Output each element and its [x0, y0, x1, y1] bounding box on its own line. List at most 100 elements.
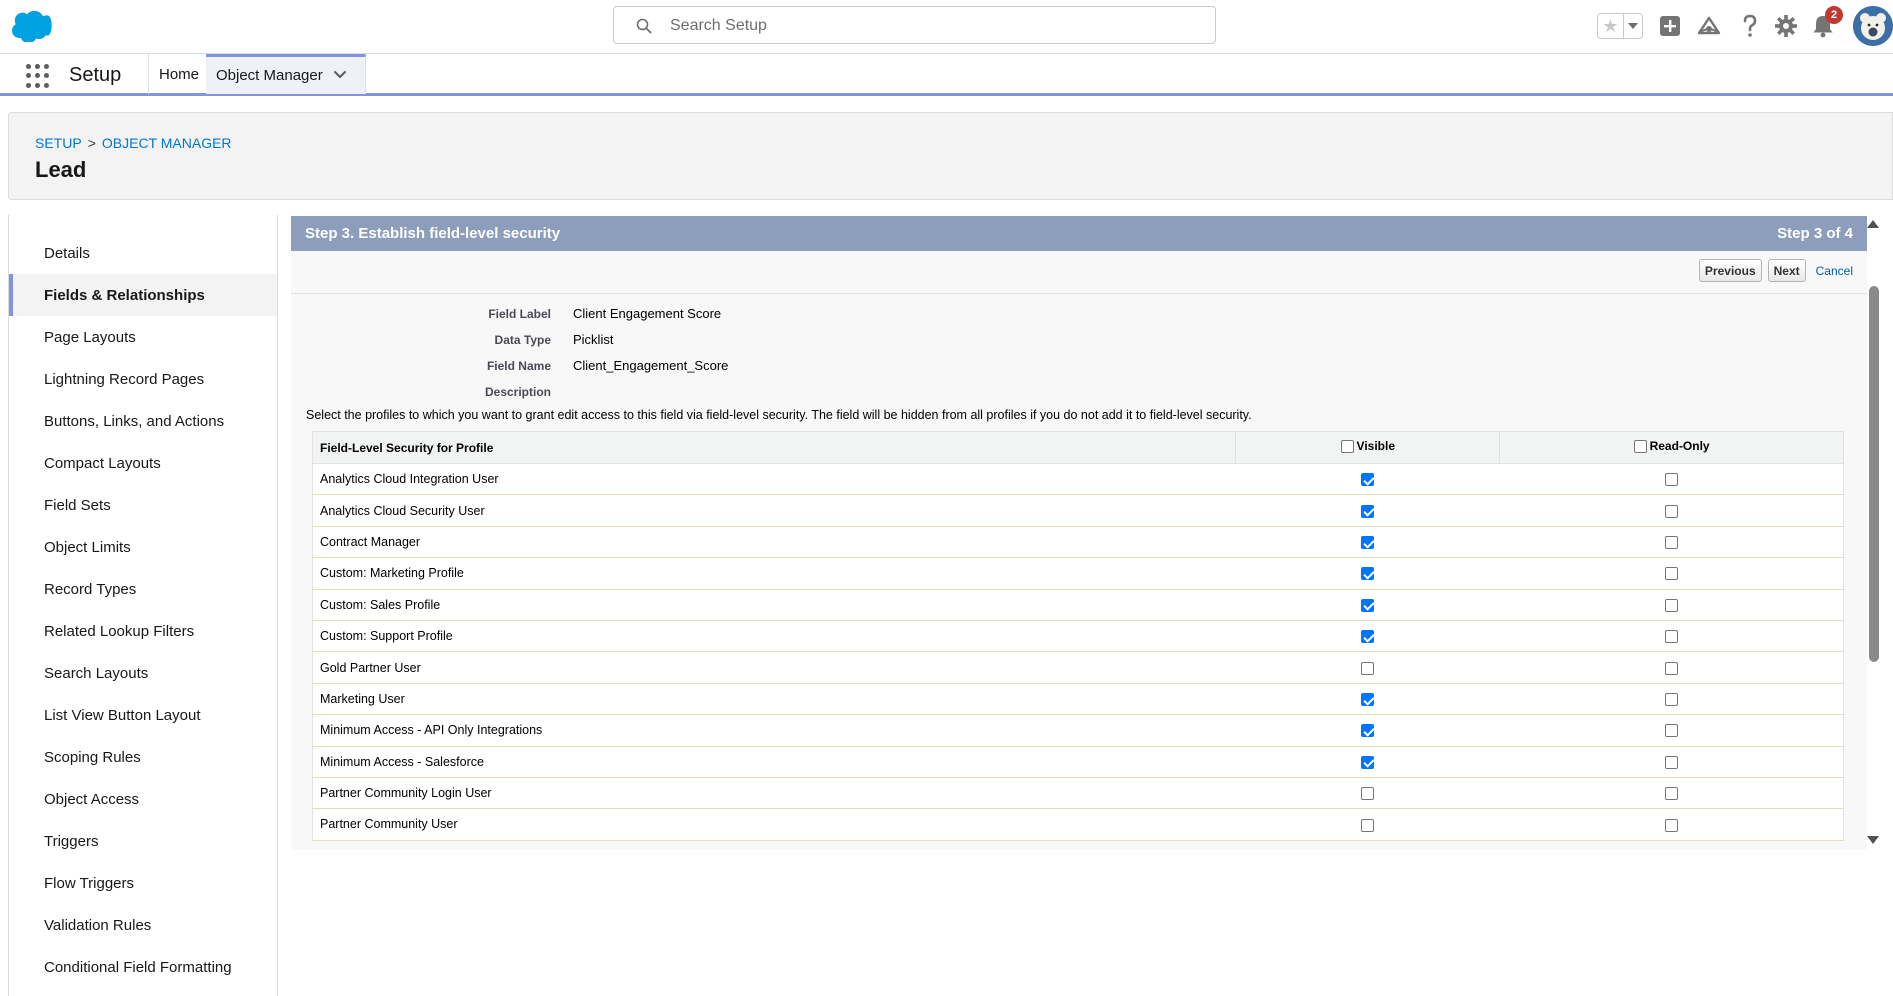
table-row: Custom: Sales Profile — [311, 589, 1844, 621]
read-only-checkbox[interactable] — [1664, 755, 1678, 769]
bell-icon[interactable]: 2 — [1809, 6, 1843, 40]
select-all-visible-checkbox[interactable] — [1340, 439, 1354, 453]
sidebar-item-field-sets[interactable]: Field Sets — [9, 484, 277, 526]
table-row: Minimum Access - Salesforce — [311, 746, 1844, 778]
avatar[interactable] — [1853, 6, 1893, 46]
chevron-down-icon[interactable] — [1624, 14, 1642, 38]
read-only-checkbox[interactable] — [1664, 693, 1678, 707]
sidebar: Details Fields & Relationships Page Layo… — [8, 215, 278, 996]
table-row: Marketing User — [311, 683, 1844, 716]
read-only-checkbox[interactable] — [1664, 504, 1678, 518]
sidebar-item-label: Related Lookup Filters — [44, 622, 195, 640]
visible-cell — [1235, 463, 1500, 496]
sidebar-item-fields-relationships[interactable]: Fields & Relationships — [9, 274, 277, 316]
visible-checkbox[interactable] — [1361, 504, 1375, 518]
visible-checkbox[interactable] — [1361, 755, 1375, 769]
detail-label: Field Name — [486, 359, 551, 373]
read-only-checkbox[interactable] — [1664, 787, 1678, 801]
sidebar-item-triggers[interactable]: Triggers — [9, 820, 277, 862]
trailhead-icon[interactable] — [1695, 12, 1723, 40]
cancel-link[interactable]: Cancel — [1816, 264, 1853, 278]
visible-cell — [1235, 683, 1500, 716]
sidebar-item-label: Validation Rules — [44, 916, 152, 934]
search-box[interactable] — [613, 6, 1216, 44]
waffle-icon[interactable] — [26, 64, 50, 88]
plus-icon[interactable] — [1656, 12, 1684, 40]
detail-label: Description — [484, 385, 551, 399]
global-header: ★ 2 — [0, 0, 1893, 54]
read-only-checkbox[interactable] — [1664, 818, 1678, 832]
sidebar-item-compact-layouts[interactable]: Compact Layouts — [9, 442, 277, 484]
visible-checkbox[interactable] — [1361, 787, 1375, 801]
visible-checkbox[interactable] — [1361, 630, 1375, 644]
sidebar-item-scoping-rules[interactable]: Scoping Rules — [9, 736, 277, 778]
read-only-checkbox[interactable] — [1664, 630, 1678, 644]
read-only-cell — [1499, 683, 1844, 716]
scroll-up-arrow[interactable] — [1867, 220, 1879, 228]
sidebar-item-details[interactable]: Details — [9, 232, 277, 274]
page-header: SETUP > OBJECT MANAGER Lead — [8, 112, 1893, 200]
table-row: Partner Community Login User — [311, 777, 1844, 810]
question-icon[interactable] — [1736, 12, 1764, 40]
star-icon[interactable]: ★ — [1598, 14, 1624, 38]
read-only-checkbox[interactable] — [1664, 661, 1678, 675]
sidebar-item-related-lookup-filters[interactable]: Related Lookup Filters — [9, 610, 277, 652]
read-only-cell — [1499, 463, 1844, 496]
search-input[interactable] — [670, 15, 1190, 37]
sidebar-item-flow-triggers[interactable]: Flow Triggers — [9, 862, 277, 904]
profile-name: Custom: Support Profile — [311, 620, 1236, 653]
step-header: Step 3. Establish field-level security S… — [291, 216, 1867, 251]
visible-checkbox[interactable] — [1361, 693, 1375, 707]
sidebar-item-list-view-button-layout[interactable]: List View Button Layout — [9, 694, 277, 736]
profile-name: Minimum Access - Salesforce — [311, 746, 1236, 778]
tab-object-manager[interactable]: Object Manager — [206, 54, 366, 94]
visible-checkbox[interactable] — [1361, 661, 1375, 675]
table-row: Custom: Support Profile — [311, 620, 1844, 653]
visible-checkbox[interactable] — [1361, 724, 1375, 738]
visible-cell — [1235, 557, 1500, 590]
detail-value: Picklist — [573, 332, 614, 347]
sidebar-item-lightning-record-pages[interactable]: Lightning Record Pages — [9, 358, 277, 400]
visible-checkbox[interactable] — [1361, 598, 1375, 612]
visible-checkbox[interactable] — [1361, 818, 1375, 832]
gear-icon[interactable] — [1772, 12, 1800, 40]
visible-cell — [1235, 746, 1500, 778]
salesforce-logo[interactable] — [11, 10, 58, 44]
content-scrollbar[interactable] — [1865, 216, 1881, 850]
read-only-checkbox[interactable] — [1664, 598, 1678, 612]
sidebar-item-record-types[interactable]: Record Types — [9, 568, 277, 610]
read-only-checkbox[interactable] — [1664, 473, 1678, 487]
profile-name: Gold Partner User — [311, 651, 1236, 684]
select-all-read-only-checkbox[interactable] — [1633, 439, 1647, 453]
read-only-checkbox[interactable] — [1664, 567, 1678, 581]
read-only-cell — [1499, 494, 1844, 527]
sidebar-item-conditional-field-formatting[interactable]: Conditional Field Formatting — [9, 946, 277, 988]
visible-checkbox[interactable] — [1361, 536, 1375, 550]
sidebar-item-object-access[interactable]: Object Access — [9, 778, 277, 820]
detail-description: Description — [291, 382, 573, 402]
read-only-cell — [1499, 651, 1844, 684]
read-only-checkbox[interactable] — [1664, 724, 1678, 738]
visible-checkbox[interactable] — [1361, 567, 1375, 581]
sidebar-item-buttons-links-actions[interactable]: Buttons, Links, and Actions — [9, 400, 277, 442]
breadcrumb-object-manager[interactable]: OBJECT MANAGER — [102, 135, 232, 151]
sidebar-item-search-layouts[interactable]: Search Layouts — [9, 652, 277, 694]
visible-checkbox[interactable] — [1361, 473, 1375, 487]
sidebar-item-label: Compact Layouts — [44, 454, 161, 472]
scroll-thumb[interactable] — [1869, 286, 1879, 662]
read-only-checkbox[interactable] — [1664, 536, 1678, 550]
tab-home[interactable]: Home — [149, 54, 211, 94]
tab-object-manager-label: Object Manager — [216, 67, 323, 84]
next-button[interactable]: Next — [1767, 259, 1806, 282]
previous-button[interactable]: Previous — [1698, 259, 1762, 282]
read-only-cell — [1499, 777, 1844, 810]
sidebar-item-object-limits[interactable]: Object Limits — [9, 526, 277, 568]
sidebar-item-validation-rules[interactable]: Validation Rules — [9, 904, 277, 946]
scroll-down-arrow[interactable] — [1867, 836, 1879, 844]
detail-label: Data Type — [494, 333, 551, 347]
breadcrumb-setup[interactable]: SETUP — [35, 135, 82, 151]
profile-name: Minimum Access - API Only Integrations — [311, 714, 1236, 747]
chevron-down-icon[interactable] — [333, 67, 347, 84]
sidebar-item-page-layouts[interactable]: Page Layouts — [9, 316, 277, 358]
read-only-cell — [1499, 526, 1844, 559]
